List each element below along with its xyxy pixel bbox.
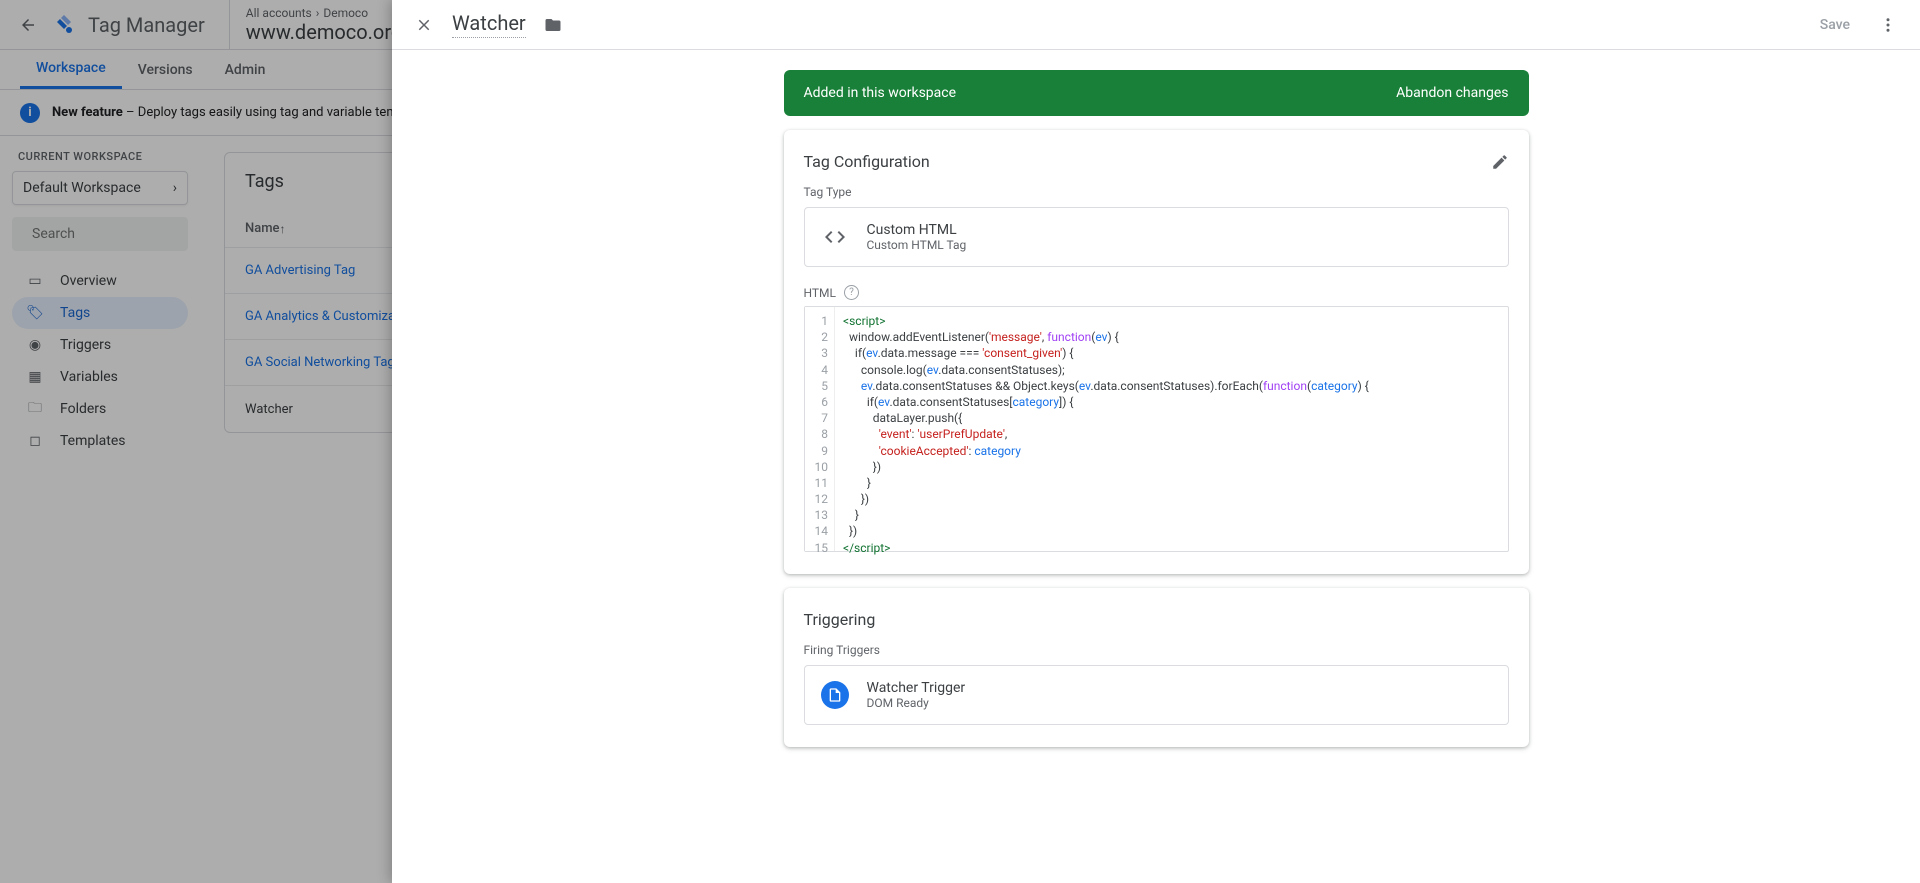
triggering-card: Triggering Firing Triggers Watcher Trigg… xyxy=(784,588,1529,747)
save-button[interactable]: Save xyxy=(1802,9,1868,41)
panel-title[interactable]: Watcher xyxy=(452,11,526,38)
firing-triggers-label: Firing Triggers xyxy=(804,643,1509,657)
code-icon xyxy=(821,223,849,251)
tag-edit-panel: Watcher Save Added in this workspace Aba… xyxy=(392,0,1920,883)
tag-type-sub: Custom HTML Tag xyxy=(867,238,967,252)
edit-button[interactable] xyxy=(1491,153,1509,171)
code-gutter: 123456789101112131415 xyxy=(805,307,836,551)
tag-type-name: Custom HTML xyxy=(867,222,967,238)
help-icon[interactable]: ? xyxy=(844,285,859,300)
abandon-changes-button[interactable]: Abandon changes xyxy=(1396,85,1508,101)
more-button[interactable] xyxy=(1868,5,1908,45)
trigger-type: DOM Ready xyxy=(867,696,966,710)
status-bar: Added in this workspace Abandon changes xyxy=(784,70,1529,116)
status-text: Added in this workspace xyxy=(804,85,957,101)
trigger-box[interactable]: Watcher Trigger DOM Ready xyxy=(804,665,1509,725)
pencil-icon xyxy=(1491,153,1509,171)
tag-type-label: Tag Type xyxy=(804,185,1509,199)
triggering-title: Triggering xyxy=(804,610,876,629)
html-label: HTML xyxy=(804,286,837,300)
folder-icon xyxy=(544,16,562,34)
tag-type-box[interactable]: Custom HTML Custom HTML Tag xyxy=(804,207,1509,267)
tag-config-title: Tag Configuration xyxy=(804,152,930,171)
panel-body: Added in this workspace Abandon changes … xyxy=(392,50,1920,883)
trigger-name: Watcher Trigger xyxy=(867,680,966,696)
more-vert-icon xyxy=(1879,16,1897,34)
folder-button[interactable] xyxy=(544,16,562,34)
code-editor[interactable]: 123456789101112131415 <script> window.ad… xyxy=(804,306,1509,552)
panel-header: Watcher Save xyxy=(392,0,1920,50)
trigger-type-icon xyxy=(821,681,849,709)
close-button[interactable] xyxy=(404,5,444,45)
close-icon xyxy=(415,16,433,34)
code-content: <script> window.addEventListener('messag… xyxy=(835,307,1377,551)
tag-configuration-card: Tag Configuration Tag Type Custom HTML C… xyxy=(784,130,1529,574)
